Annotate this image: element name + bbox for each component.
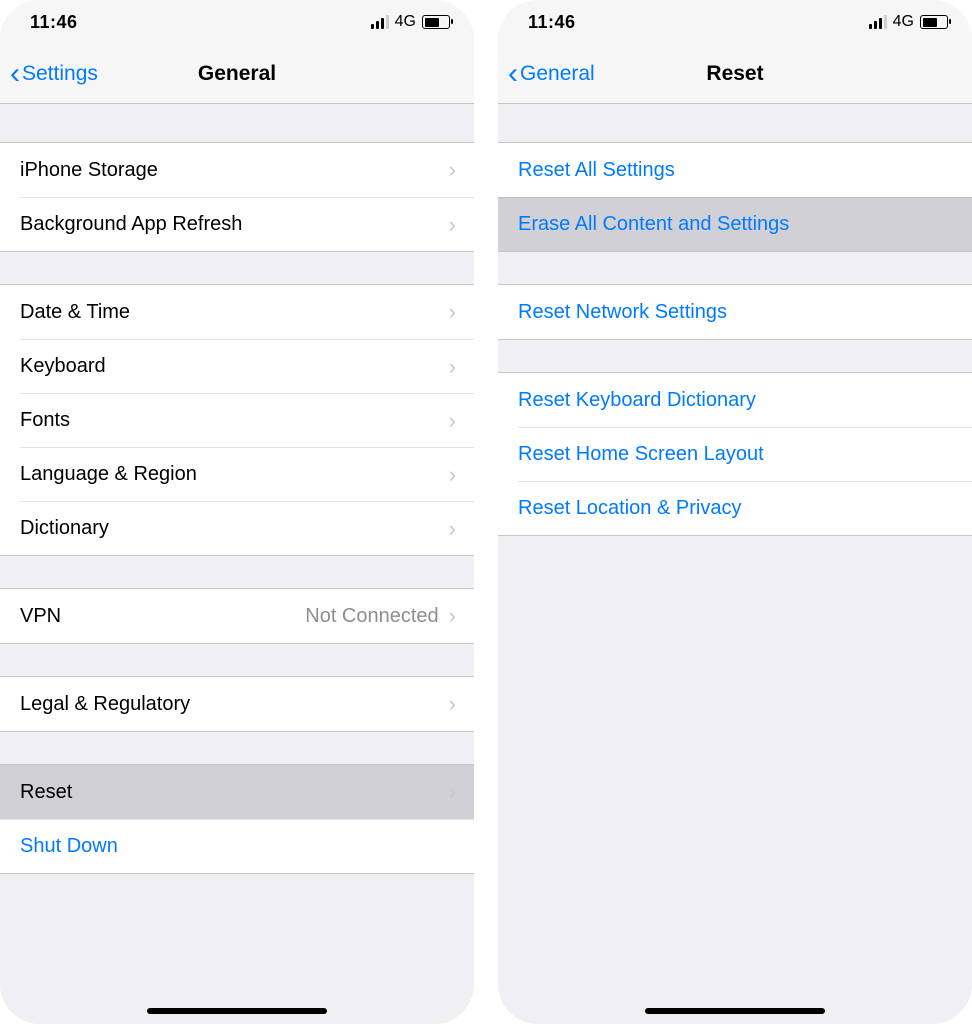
group-legal: Legal & Regulatory ›: [0, 676, 474, 732]
status-bar: 11:46 4G: [0, 0, 474, 44]
row-label: Keyboard: [20, 355, 106, 378]
row-reset-location-privacy[interactable]: Reset Location & Privacy: [518, 481, 972, 535]
row-reset[interactable]: Reset ›: [0, 765, 474, 819]
row-label: Legal & Regulatory: [20, 693, 190, 716]
chevron-right-icon: ›: [449, 299, 456, 325]
chevron-right-icon: ›: [449, 212, 456, 238]
row-keyboard[interactable]: Keyboard ›: [20, 339, 474, 393]
row-label: Reset Location & Privacy: [518, 497, 741, 520]
chevron-right-icon: ›: [449, 691, 456, 717]
row-label: iPhone Storage: [20, 159, 158, 182]
content: Reset All Settings Erase All Content and…: [498, 104, 972, 1024]
chevron-right-icon: ›: [449, 462, 456, 488]
status-time: 11:46: [30, 12, 78, 33]
nav-bar: ‹ Settings General: [0, 44, 474, 104]
nav-title: General: [198, 62, 276, 86]
nav-back-button[interactable]: ‹ General: [508, 59, 595, 89]
nav-back-button[interactable]: ‹ Settings: [10, 59, 98, 89]
chevron-right-icon: ›: [449, 408, 456, 434]
nav-title: Reset: [706, 62, 763, 86]
signal-icon: [371, 15, 389, 29]
chevron-left-icon: ‹: [10, 59, 20, 89]
row-background-app-refresh[interactable]: Background App Refresh ›: [20, 197, 474, 251]
phone-right: 11:46 4G ‹ General Reset Reset All Setti…: [498, 0, 972, 1024]
status-bar: 11:46 4G: [498, 0, 972, 44]
chevron-left-icon: ‹: [508, 59, 518, 89]
row-label: Reset All Settings: [518, 159, 675, 182]
row-legal-regulatory[interactable]: Legal & Regulatory ›: [0, 677, 474, 731]
home-indicator: [645, 1008, 825, 1014]
signal-icon: [869, 15, 887, 29]
row-reset-keyboard-dictionary[interactable]: Reset Keyboard Dictionary: [498, 373, 972, 427]
group-reset-network: Reset Network Settings: [498, 284, 972, 340]
network-label: 4G: [395, 13, 416, 31]
nav-back-label: Settings: [22, 62, 98, 86]
chevron-right-icon: ›: [449, 354, 456, 380]
chevron-right-icon: ›: [449, 779, 456, 805]
row-label: Reset Network Settings: [518, 301, 727, 324]
row-label: Erase All Content and Settings: [518, 213, 789, 236]
row-language-region[interactable]: Language & Region ›: [20, 447, 474, 501]
battery-icon: [422, 15, 450, 29]
row-reset-all-settings[interactable]: Reset All Settings: [498, 143, 972, 197]
row-label: Dictionary: [20, 517, 109, 540]
status-right: 4G: [371, 13, 450, 31]
chevron-right-icon: ›: [449, 516, 456, 542]
row-label: Reset Keyboard Dictionary: [518, 389, 756, 412]
chevron-right-icon: ›: [449, 603, 456, 629]
phone-left: 11:46 4G ‹ Settings General iPhone Stora…: [0, 0, 474, 1024]
chevron-right-icon: ›: [449, 157, 456, 183]
group-storage: iPhone Storage › Background App Refresh …: [0, 142, 474, 252]
row-fonts[interactable]: Fonts ›: [20, 393, 474, 447]
row-label: Date & Time: [20, 301, 130, 324]
battery-icon: [920, 15, 948, 29]
row-detail: Not Connected: [305, 605, 438, 628]
row-erase-all-content[interactable]: Erase All Content and Settings: [498, 197, 972, 251]
content: iPhone Storage › Background App Refresh …: [0, 104, 474, 1024]
home-indicator: [147, 1008, 327, 1014]
group-reset: Reset › Shut Down: [0, 764, 474, 874]
group-reset-top: Reset All Settings Erase All Content and…: [498, 142, 972, 252]
status-right: 4G: [869, 13, 948, 31]
row-date-time[interactable]: Date & Time ›: [0, 285, 474, 339]
status-time: 11:46: [528, 12, 576, 33]
nav-back-label: General: [520, 62, 595, 86]
row-label: Language & Region: [20, 463, 197, 486]
nav-bar: ‹ General Reset: [498, 44, 972, 104]
row-vpn[interactable]: VPN Not Connected ›: [0, 589, 474, 643]
group-reset-other: Reset Keyboard Dictionary Reset Home Scr…: [498, 372, 972, 536]
row-label: Reset Home Screen Layout: [518, 443, 764, 466]
group-vpn: VPN Not Connected ›: [0, 588, 474, 644]
row-shut-down[interactable]: Shut Down: [0, 819, 474, 873]
row-reset-home-screen-layout[interactable]: Reset Home Screen Layout: [518, 427, 972, 481]
row-dictionary[interactable]: Dictionary ›: [20, 501, 474, 555]
group-datetime: Date & Time › Keyboard › Fonts › Languag…: [0, 284, 474, 556]
row-label: Fonts: [20, 409, 70, 432]
row-reset-network-settings[interactable]: Reset Network Settings: [498, 285, 972, 339]
network-label: 4G: [893, 13, 914, 31]
row-label: Reset: [20, 781, 72, 804]
row-label: Background App Refresh: [20, 213, 242, 236]
row-label: VPN: [20, 605, 61, 628]
row-iphone-storage[interactable]: iPhone Storage ›: [0, 143, 474, 197]
row-label: Shut Down: [20, 835, 118, 858]
